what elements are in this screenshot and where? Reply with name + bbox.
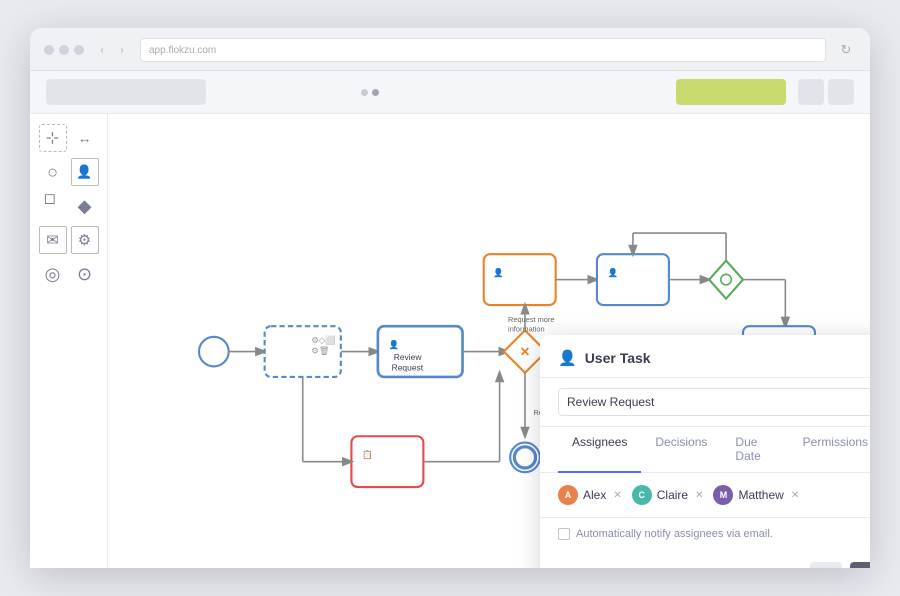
toolbar-btn-1[interactable] (798, 79, 824, 105)
user-task-panel: 👤 User Task Assignees Decisions Due Date… (540, 335, 870, 568)
red-task (351, 436, 423, 487)
panel-checkbox-row: Automatically notify assignees via email… (540, 518, 870, 552)
avatar-claire: C (632, 485, 652, 505)
avatar-matthew: M (713, 485, 733, 505)
panel-title: User Task (585, 350, 651, 366)
orange-task (484, 254, 556, 305)
dot-yellow (59, 45, 69, 55)
cancel-button[interactable] (810, 562, 842, 568)
toolbar-pagination (361, 89, 379, 96)
toolbar-btn-2[interactable] (828, 79, 854, 105)
tab-assignees[interactable]: Assignees (558, 427, 641, 473)
envelope-icon[interactable]: ✉ (39, 226, 67, 254)
diamond-outline-icon[interactable]: ◇ (33, 186, 73, 226)
blue-task-top (597, 254, 669, 305)
assignee-name-matthew: Matthew (738, 488, 783, 502)
circle-tool-icon[interactable]: ○ (39, 158, 67, 186)
app-toolbar (30, 71, 870, 114)
panel-footer (540, 552, 870, 568)
browser-address-bar[interactable]: app.flokzu.com (140, 38, 826, 62)
app-body: ⊹ ↔ ○ 👤 ◇ ◆ ✉ ⚙ ◎ ⊙ (30, 114, 870, 568)
svg-text:⚙🗑: ⚙🗑 (311, 346, 329, 356)
tab-decisions[interactable]: Decisions (641, 427, 721, 473)
toolbar-search (46, 79, 206, 105)
green-gateway (709, 261, 743, 299)
sidebar-row-5: ◎ ⊙ (38, 260, 99, 288)
browser-dots (44, 45, 84, 55)
tools-sidebar: ⊹ ↔ ○ 👤 ◇ ◆ ✉ ⚙ ◎ ⊙ (30, 114, 108, 568)
svg-text:👤: 👤 (388, 339, 399, 349)
assignee-alex: A Alex ✕ (558, 485, 622, 505)
panel-input-row (540, 378, 870, 427)
svg-text:👤: 👤 (608, 267, 619, 277)
toolbar-green-button[interactable] (676, 79, 786, 105)
remove-claire[interactable]: ✕ (695, 490, 703, 501)
notify-checkbox[interactable] (558, 528, 570, 540)
panel-header: 👤 User Task (540, 335, 870, 378)
svg-text:Request: Request (392, 363, 424, 373)
notify-label: Automatically notify assignees via email… (576, 528, 773, 540)
assignee-matthew: M Matthew ✕ (713, 485, 799, 505)
panel-assignees: A Alex ✕ C Claire ✕ M Matthew ✕ (540, 473, 870, 518)
assignee-name-alex: Alex (583, 488, 606, 502)
task-name-input[interactable] (558, 388, 870, 416)
assignee-name-claire: Claire (657, 488, 688, 502)
address-text: app.flokzu.com (149, 45, 216, 56)
browser-window: ‹ › app.flokzu.com ↻ ⊹ ↔ ○ � (30, 28, 870, 568)
sidebar-row-1: ⊹ ↔ (38, 124, 99, 152)
sidebar-row-4: ✉ ⚙ (38, 226, 99, 254)
circle-dot-icon[interactable]: ⊙ (71, 260, 99, 288)
panel-tabs: Assignees Decisions Due Date Permissions (540, 427, 870, 473)
panel-header-icon: 👤 (558, 349, 577, 367)
pagination-dot-2[interactable] (372, 89, 379, 96)
dot-red (44, 45, 54, 55)
remove-matthew[interactable]: ✕ (791, 490, 799, 501)
svg-text:information: information (508, 324, 545, 333)
refresh-button[interactable]: ↻ (836, 40, 856, 60)
remove-alex[interactable]: ✕ (613, 490, 621, 501)
avatar-alex: A (558, 485, 578, 505)
svg-text:👤: 👤 (493, 267, 504, 277)
assignee-claire: C Claire ✕ (632, 485, 704, 505)
svg-text:⚙◇⬜: ⚙◇⬜ (311, 335, 336, 345)
sidebar-row-3: ◇ ◆ (38, 192, 99, 220)
toolbar-action-buttons (798, 79, 854, 105)
tab-due-date[interactable]: Due Date (721, 427, 788, 473)
sidebar-row-2: ○ 👤 (38, 158, 99, 186)
gear-icon[interactable]: ⚙ (71, 226, 99, 254)
svg-text:Review: Review (394, 352, 423, 362)
select-tool-icon[interactable]: ⊹ (39, 124, 67, 152)
svg-text:📋: 📋 (362, 449, 373, 459)
resize-tool-icon[interactable]: ↔ (71, 124, 99, 152)
user-task-tool-icon[interactable]: 👤 (71, 158, 99, 186)
pagination-dot-1[interactable] (361, 89, 368, 96)
nav-forward[interactable]: › (114, 42, 130, 58)
svg-text:Request more: Request more (508, 315, 554, 324)
svg-text:✕: ✕ (520, 345, 531, 359)
start-event (199, 337, 229, 367)
dot-green (74, 45, 84, 55)
diamond-fill-icon[interactable]: ◆ (71, 192, 99, 220)
browser-chrome: ‹ › app.flokzu.com ↻ (30, 28, 870, 71)
browser-nav: ‹ › (94, 42, 130, 58)
nav-back[interactable]: ‹ (94, 42, 110, 58)
circle-outline-icon[interactable]: ◎ (39, 260, 67, 288)
bpmn-canvas[interactable]: ⚙◇⬜ ⚙🗑 👤 Review Request ✕ 👤 (108, 114, 870, 568)
tab-permissions[interactable]: Permissions (789, 427, 870, 473)
save-button[interactable] (850, 562, 870, 568)
